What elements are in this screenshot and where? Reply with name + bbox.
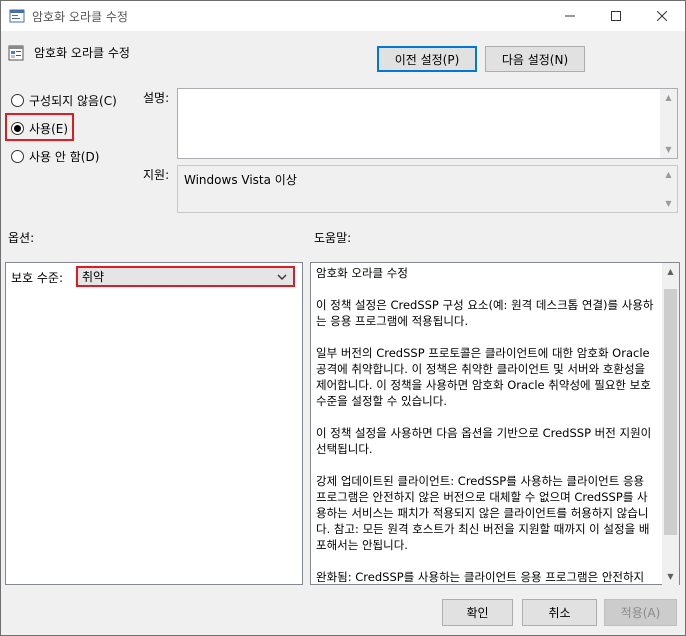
window-title: 암호화 오라클 수정 [32, 10, 128, 24]
next-setting-button[interactable]: 다음 설정(N) [485, 46, 585, 72]
radio-circle-checked[interactable] [11, 122, 24, 135]
comment-textarea[interactable]: ▲ ▼ [177, 88, 678, 159]
supported-value: Windows Vista 이상 [184, 173, 297, 187]
minimize-icon [565, 15, 575, 17]
policy-title: 암호화 오라클 수정 [34, 46, 130, 60]
radio-enabled[interactable]: 사용(E) [11, 120, 68, 137]
help-text: 암호화 오라클 수정 이 정책 설정은 CredSSP 구성 요소(예: 원격 … [316, 265, 656, 584]
supported-scrollbar[interactable]: ▲ ▼ [660, 166, 677, 212]
radio-disabled[interactable]: 사용 안 함(D) [11, 148, 99, 165]
scroll-down-icon[interactable]: ▼ [666, 572, 675, 581]
protection-level-label: 보호 수준: [11, 271, 64, 285]
help-paragraph: 강제 업데이트된 클라이언트: CredSSP를 사용하는 클라이언트 응용 프… [316, 474, 650, 552]
minimize-button[interactable] [547, 1, 593, 31]
policy-window-icon [9, 9, 25, 23]
scroll-down-icon[interactable]: ▼ [664, 145, 673, 154]
policy-setting-icon [8, 45, 24, 61]
comment-scrollbar[interactable]: ▲ ▼ [660, 89, 677, 158]
radio-not-configured[interactable]: 구성되지 않음(C) [11, 92, 117, 109]
apply-button[interactable]: 적용(A) [604, 599, 677, 626]
policy-editor-window: 암호화 오라클 수정 암호화 오라클 수정 이전 설정(P) 다음 설정(N) … [0, 0, 686, 636]
protection-level-value: 취약 [82, 270, 105, 284]
close-icon [657, 11, 667, 21]
title-bar: 암호화 오라클 수정 [1, 1, 685, 31]
radio-label: 사용(E) [29, 122, 69, 136]
scroll-down-icon[interactable]: ▼ [664, 199, 673, 208]
radio-circle[interactable] [11, 94, 24, 107]
maximize-icon [611, 11, 621, 21]
help-label: 도움말: [314, 231, 352, 245]
protection-level-select[interactable]: 취약 [76, 266, 295, 287]
supported-box: Windows Vista 이상 ▲ ▼ [177, 165, 678, 213]
help-paragraph: 이 정책 설정은 CredSSP 구성 요소(예: 원격 데스크톱 연결)를 사… [316, 298, 654, 328]
chevron-down-icon [277, 274, 287, 280]
options-panel [5, 262, 303, 585]
scroll-up-icon[interactable]: ▲ [664, 170, 673, 179]
scroll-up-icon[interactable]: ▲ [664, 93, 673, 102]
scroll-up-icon[interactable]: ▲ [666, 267, 675, 276]
comment-label: 설명: [143, 91, 170, 105]
help-viewport: 암호화 오라클 수정 이 정책 설정은 CredSSP 구성 요소(예: 원격 … [311, 263, 662, 584]
radio-circle[interactable] [11, 150, 24, 163]
close-button[interactable] [639, 1, 685, 31]
previous-setting-button[interactable]: 이전 설정(P) [377, 46, 477, 72]
options-label: 옵션: [8, 231, 35, 245]
help-scrollbar[interactable]: ▲ ▼ [662, 263, 679, 585]
help-paragraph: 이 정책 설정을 사용하면 다음 옵션을 기반으로 CredSSP 버전 지원이… [316, 426, 652, 456]
help-scroll-thumb[interactable] [664, 289, 677, 535]
help-title: 암호화 오라클 수정 [316, 266, 408, 280]
ok-button[interactable]: 확인 [442, 599, 513, 626]
radio-label: 사용 안 함(D) [29, 150, 100, 164]
maximize-button[interactable] [593, 1, 639, 31]
supported-label: 지원: [143, 168, 170, 182]
help-paragraph: 완화됨: CredSSP를 사용하는 클라이언트 응용 프로그램은 안전하지 않… [316, 570, 645, 584]
cancel-button[interactable]: 취소 [522, 599, 597, 626]
radio-label: 구성되지 않음(C) [29, 94, 117, 108]
help-paragraph: 일부 버전의 CredSSP 프로토콜은 클라이언트에 대한 암호화 Oracl… [316, 346, 651, 408]
